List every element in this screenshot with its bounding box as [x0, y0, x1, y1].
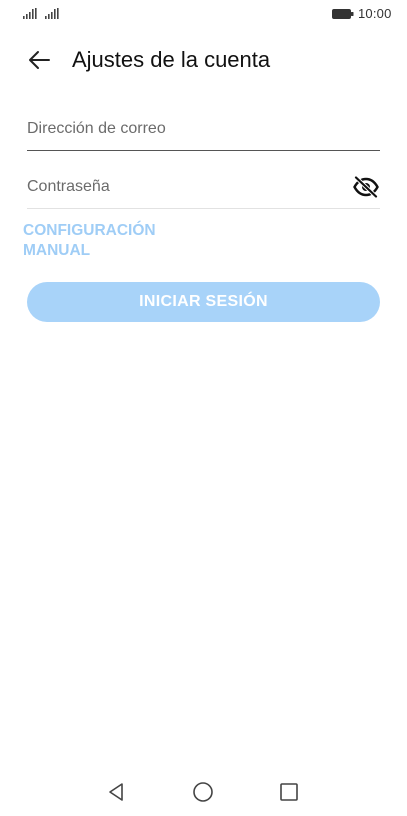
- system-nav-bar: [0, 770, 407, 816]
- battery-icon: [332, 9, 354, 19]
- password-field-container: [27, 168, 380, 209]
- manual-config-line1: CONFIGURACIÓN: [23, 222, 156, 239]
- email-field[interactable]: [27, 110, 337, 148]
- nav-recents-button[interactable]: [277, 780, 301, 804]
- back-button[interactable]: [24, 46, 54, 74]
- manual-config-line2: MANUAL: [23, 242, 91, 259]
- square-recents-icon: [280, 783, 298, 801]
- nav-back-button[interactable]: [104, 780, 128, 804]
- password-field[interactable]: [27, 168, 337, 206]
- status-time: 10:00: [358, 6, 392, 21]
- signal-icon: [23, 8, 37, 19]
- arrow-left-icon: [29, 51, 50, 69]
- eye-slash-icon: [353, 176, 379, 198]
- signin-button[interactable]: INICIAR SESIÓN: [27, 282, 380, 322]
- status-bar: 10:00: [0, 0, 407, 28]
- manual-config-link[interactable]: CONFIGURACIÓN MANUAL: [23, 221, 203, 261]
- circle-home-icon: [193, 782, 213, 802]
- password-visibility-toggle[interactable]: [352, 174, 380, 200]
- page-title: Ajustes de la cuenta: [72, 47, 271, 72]
- email-field-container: [27, 110, 380, 151]
- triangle-back-icon: [109, 783, 123, 801]
- signal-icon: [45, 8, 59, 19]
- nav-home-button[interactable]: [191, 780, 215, 804]
